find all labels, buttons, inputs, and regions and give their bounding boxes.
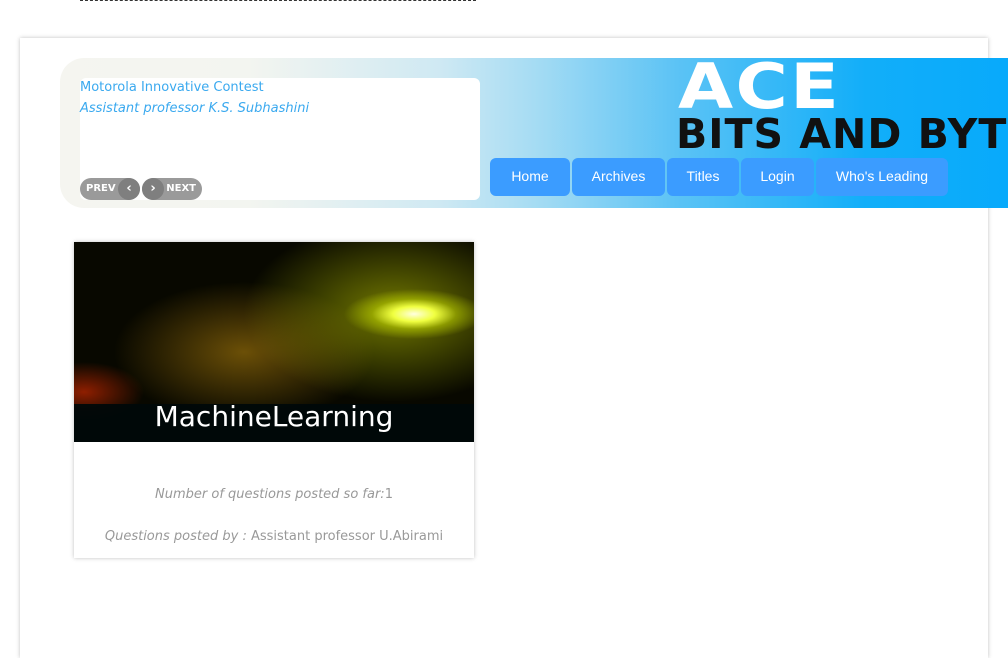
question-count: Number of questions posted so far:1 — [74, 487, 474, 502]
nav-titles[interactable]: Titles — [667, 158, 739, 196]
topic-card[interactable]: MachineLearning Number of questions post… — [74, 242, 474, 558]
news-ticker: Motorola Innovative Contest Assistant pr… — [80, 78, 480, 200]
nav-login[interactable]: Login — [741, 158, 814, 196]
next-label: NEXT — [166, 183, 196, 194]
count-value: 1 — [384, 487, 393, 502]
topic-title: MachineLearning — [74, 403, 474, 442]
news-title-link[interactable]: Motorola Innovative Contest — [80, 80, 264, 95]
prev-button[interactable]: PREV ‹ — [80, 178, 140, 200]
posted-by-value: Assistant professor U.Abirami — [250, 529, 444, 544]
posted-by: Questions posted by : Assistant professo… — [74, 529, 474, 544]
logo-bits-and-bytes: BITS AND BYTE — [676, 110, 1008, 158]
next-button[interactable]: › NEXT — [142, 178, 202, 200]
prev-label: PREV — [86, 183, 116, 194]
nav-home[interactable]: Home — [490, 158, 570, 196]
divider — [80, 0, 476, 1]
chevron-left-icon: ‹ — [118, 178, 140, 200]
news-author: Assistant professor K.S. Subhashini — [80, 101, 310, 116]
chevron-right-icon: › — [142, 178, 164, 200]
posted-by-label: Questions posted by : — [104, 529, 247, 544]
count-label: Number of questions posted so far: — [155, 487, 385, 502]
nav-whos-leading[interactable]: Who's Leading — [816, 158, 948, 196]
nav-archives[interactable]: Archives — [572, 158, 665, 196]
